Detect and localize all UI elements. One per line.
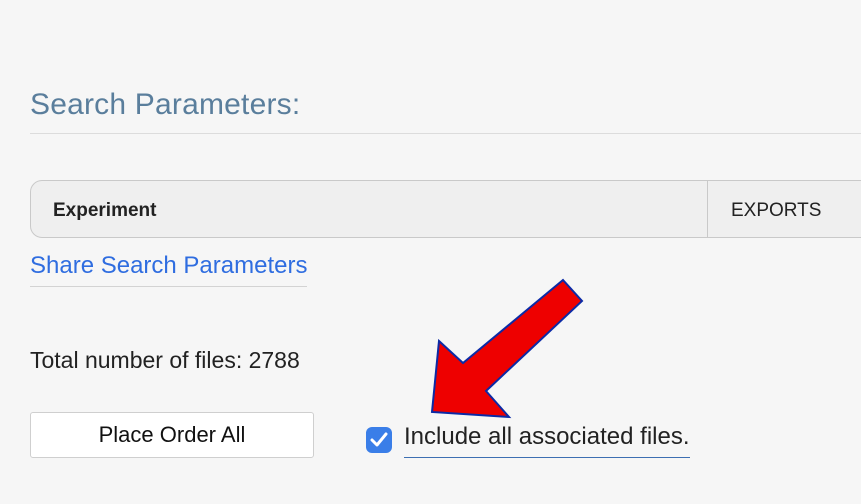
include-associated-files-label[interactable]: Include all associated files.	[404, 423, 690, 458]
exports-button[interactable]: EXPORTS	[731, 200, 821, 222]
search-page: Search Parameters: Experiment EXPORTS Sh…	[0, 0, 861, 504]
heading-divider	[30, 133, 861, 134]
search-parameter-bar: Experiment EXPORTS	[30, 180, 861, 238]
total-files-count: Total number of files: 2788	[30, 347, 300, 373]
place-order-all-button[interactable]: Place Order All	[30, 412, 314, 458]
include-files-checkbox[interactable]	[366, 427, 392, 453]
checkmark-icon	[370, 432, 388, 447]
experiment-parameter-label: Experiment	[53, 200, 157, 221]
search-parameters-heading: Search Parameters:	[30, 88, 301, 121]
parameter-divider	[707, 181, 708, 237]
share-search-parameters-link[interactable]: Share Search Parameters	[30, 252, 308, 287]
